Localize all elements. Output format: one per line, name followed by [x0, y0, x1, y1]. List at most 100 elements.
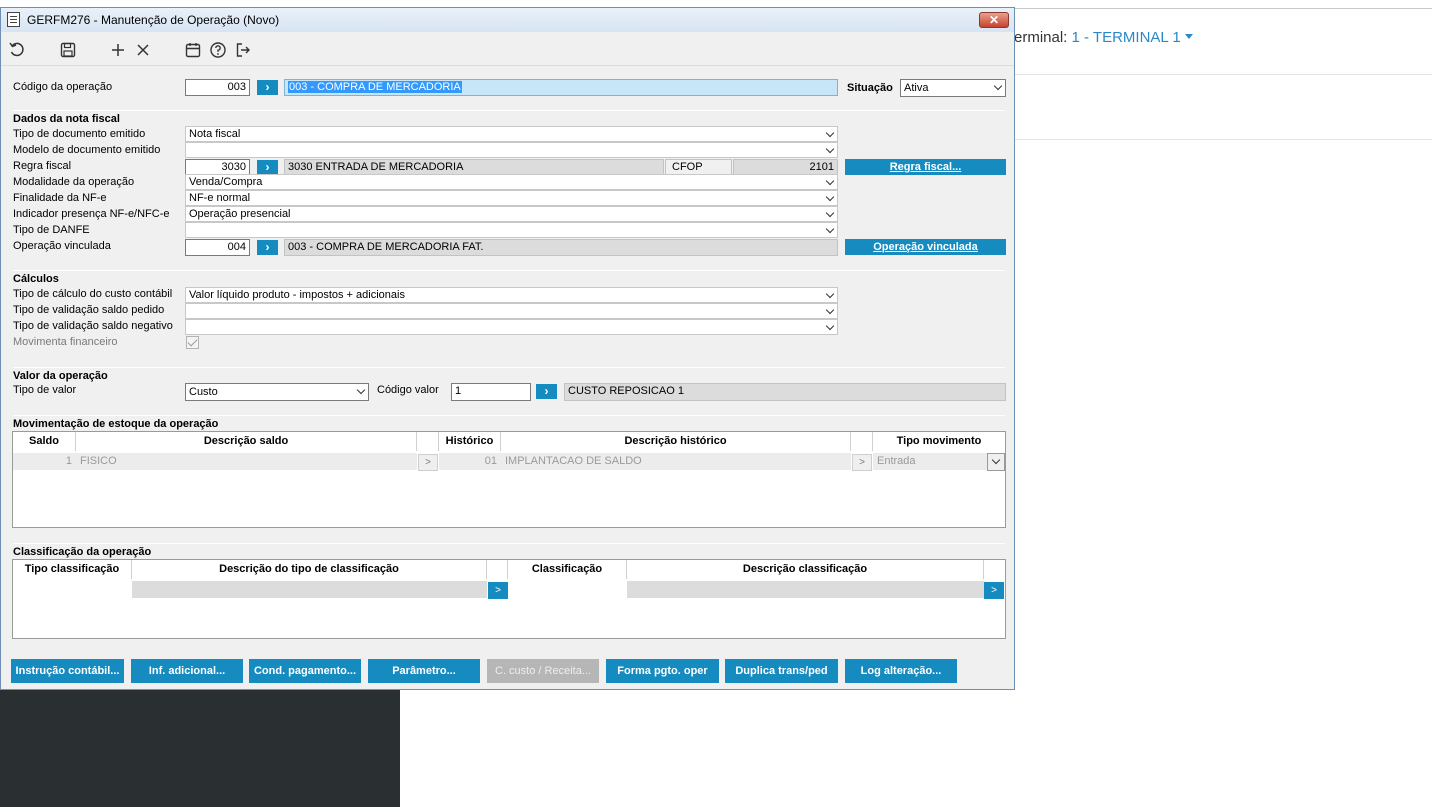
- column-header-historico[interactable]: Histórico: [439, 432, 501, 451]
- close-button[interactable]: ✕: [979, 12, 1009, 28]
- tipo-valor-value: Custo: [189, 386, 218, 398]
- regra-fiscal-button[interactable]: Regra fiscal...: [845, 159, 1006, 175]
- codigo-operacao-input[interactable]: 003: [185, 79, 250, 96]
- operacao-vinculada-button[interactable]: Operação vinculada: [845, 239, 1006, 255]
- cell-descricao-tipo-classificacao: [132, 581, 487, 598]
- column-header-classificacao[interactable]: Classificação: [508, 560, 627, 579]
- column-header-descricao-tipo-classificacao[interactable]: Descrição do tipo de classificação: [132, 560, 487, 579]
- tipo-documento-select[interactable]: Nota fiscal: [185, 126, 838, 142]
- column-header-descricao-classificacao[interactable]: Descrição classificação: [627, 560, 984, 579]
- cond-pagamento-button[interactable]: Cond. pagamento...: [249, 659, 361, 683]
- finalidade-select[interactable]: NF-e normal: [185, 190, 838, 206]
- column-header-tipo-classificacao[interactable]: Tipo classificação: [13, 560, 132, 579]
- chevron-down-icon: [825, 192, 835, 202]
- inf-adicional-button[interactable]: Inf. adicional...: [131, 659, 243, 683]
- operation-window: GERFM276 - Manutenção de Operação (Novo)…: [0, 7, 1015, 690]
- column-header-spacer: [417, 432, 439, 451]
- calendar-icon[interactable]: [184, 41, 202, 59]
- modalidade-label: Modalidade da operação: [13, 176, 135, 188]
- tipo-movimento-dropdown-button[interactable]: [987, 453, 1005, 471]
- operacao-vinculada-description: 003 - COMPRA DE MERCADORIA FAT.: [284, 239, 838, 256]
- column-header-saldo[interactable]: Saldo: [13, 432, 76, 451]
- custo-contabil-label: Tipo de cálculo do custo contábil: [13, 288, 173, 300]
- classificacao-grid: Tipo classificação Descrição do tipo de …: [12, 559, 1006, 639]
- codigo-valor-input[interactable]: 1: [451, 383, 531, 401]
- custo-contabil-select[interactable]: Valor líquido produto - impostos + adici…: [185, 287, 838, 303]
- classificacao-lookup-button[interactable]: >: [984, 582, 1004, 599]
- situacao-select[interactable]: Ativa: [900, 79, 1006, 97]
- caret-down-icon[interactable]: [1184, 34, 1193, 39]
- regra-fiscal-label: Regra fiscal: [13, 160, 72, 172]
- title-bar[interactable]: GERFM276 - Manutenção de Operação (Novo)…: [1, 8, 1014, 32]
- chevron-down-icon: [825, 128, 835, 138]
- column-header-tipo-movimento[interactable]: Tipo movimento: [873, 432, 1005, 451]
- chevron-down-icon: [825, 305, 835, 315]
- document-icon: [7, 12, 20, 27]
- cell-descricao-classificacao: [627, 581, 984, 598]
- section-title-nota-fiscal: Dados da nota fiscal: [13, 113, 120, 125]
- log-alteracao-button[interactable]: Log alteração...: [845, 659, 957, 683]
- custo-contabil-value: Valor líquido produto - impostos + adici…: [189, 289, 405, 301]
- exit-icon[interactable]: [234, 41, 252, 59]
- situacao-label: Situação: [847, 82, 893, 94]
- section-divider: [13, 543, 1005, 544]
- finalidade-label: Finalidade da NF-e: [13, 192, 107, 204]
- modelo-documento-select[interactable]: [185, 142, 838, 158]
- codigo-valor-lookup-button[interactable]: ›: [536, 384, 557, 399]
- background-top-border: [1014, 8, 1432, 9]
- instrucao-contabil-button[interactable]: Instrução contábil...: [11, 659, 124, 683]
- help-icon[interactable]: [209, 41, 227, 59]
- add-icon[interactable]: [109, 41, 127, 59]
- cell-saldo[interactable]: 1: [13, 453, 76, 470]
- column-header-descricao-historico[interactable]: Descrição histórico: [501, 432, 851, 451]
- situacao-value: Ativa: [904, 82, 929, 94]
- regra-fiscal-lookup-button[interactable]: ›: [257, 160, 278, 175]
- column-header-spacer: [851, 432, 873, 451]
- chevron-down-icon: [991, 455, 1001, 465]
- chevron-down-icon: [825, 321, 835, 331]
- indicador-presenca-select[interactable]: Operação presencial: [185, 206, 838, 222]
- modalidade-value: Venda/Compra: [189, 176, 263, 188]
- section-title-valor: Valor da operação: [13, 370, 108, 382]
- column-header-descricao-saldo[interactable]: Descrição saldo: [76, 432, 417, 451]
- tipo-danfe-select[interactable]: [185, 222, 838, 238]
- cell-tipo-movimento[interactable]: Entrada: [873, 453, 987, 470]
- tipo-classificacao-lookup-button[interactable]: >: [488, 582, 508, 599]
- saldo-pedido-select[interactable]: [185, 303, 838, 319]
- descricao-operacao-input[interactable]: 003 - COMPRA DE MERCADORIA: [284, 79, 838, 96]
- codigo-operacao-lookup-button[interactable]: ›: [257, 80, 278, 95]
- section-divider: [13, 367, 1005, 368]
- operacao-vinculada-lookup-button[interactable]: ›: [257, 240, 278, 255]
- c-custo-receita-button[interactable]: C. custo / Receita...: [487, 659, 599, 683]
- saldo-pedido-label: Tipo de validação saldo pedido: [13, 304, 165, 316]
- section-divider: [13, 415, 1005, 416]
- tipo-valor-select[interactable]: Custo: [185, 383, 369, 401]
- modelo-documento-label: Modelo de documento emitido: [13, 144, 161, 156]
- cell-historico[interactable]: 01: [439, 453, 501, 470]
- terminal-selector[interactable]: erminal: 1 - TERMINAL 1: [1014, 29, 1193, 46]
- cell-classificacao[interactable]: [508, 581, 627, 598]
- saldo-negativo-select[interactable]: [185, 319, 838, 335]
- cell-descricao-historico[interactable]: IMPLANTACAO DE SALDO: [501, 453, 851, 470]
- duplica-trans-ped-button[interactable]: Duplica trans/ped: [725, 659, 838, 683]
- section-divider: [13, 110, 1005, 111]
- indicador-presenca-label: Indicador presença NF-e/NFC-e: [13, 208, 170, 220]
- chevron-down-icon: [993, 81, 1003, 91]
- parametro-button[interactable]: Parâmetro...: [368, 659, 480, 683]
- chevron-down-icon: [356, 385, 366, 395]
- historico-lookup-button[interactable]: >: [852, 454, 872, 471]
- refresh-icon[interactable]: [8, 41, 26, 59]
- window-title: GERFM276 - Manutenção de Operação (Novo): [27, 13, 280, 27]
- saldo-lookup-button[interactable]: >: [418, 454, 438, 471]
- cell-descricao-saldo[interactable]: FISICO: [76, 453, 417, 470]
- chevron-down-icon: [825, 289, 835, 299]
- operacao-vinculada-code-input[interactable]: 004: [185, 239, 250, 256]
- save-icon[interactable]: [59, 41, 77, 59]
- terminal-value[interactable]: 1 - TERMINAL 1: [1072, 29, 1181, 46]
- movimenta-financeiro-checkbox[interactable]: [186, 336, 199, 349]
- chevron-down-icon: [825, 208, 835, 218]
- cell-tipo-classificacao[interactable]: [13, 581, 132, 598]
- modalidade-select[interactable]: Venda/Compra: [185, 174, 838, 190]
- delete-icon[interactable]: [134, 41, 152, 59]
- forma-pgto-oper-button[interactable]: Forma pgto. oper: [606, 659, 719, 683]
